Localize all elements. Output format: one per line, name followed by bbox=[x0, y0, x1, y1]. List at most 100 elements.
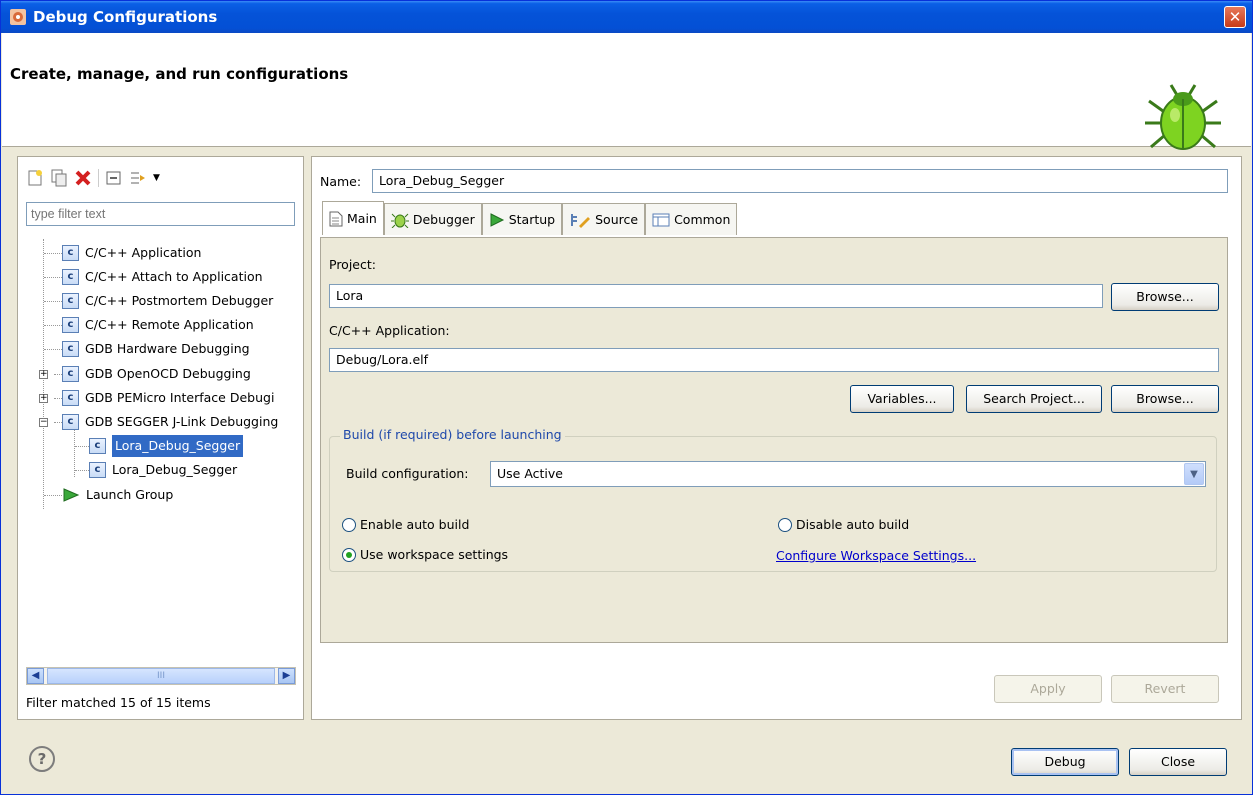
main-tab-panel: Project: Lora Browse... C/C++ Applicatio… bbox=[320, 237, 1228, 643]
tree-item-gdb-segger[interactable]: − c GDB SEGGER J-Link Debugging bbox=[39, 411, 278, 433]
tree-item-gdb-hardware[interactable]: c GDB Hardware Debugging bbox=[44, 338, 250, 360]
debugger-tab-icon bbox=[390, 213, 409, 228]
radio-label: Disable auto build bbox=[796, 517, 910, 532]
debug-configurations-dialog: Debug Configurations ✕ Create, manage, a… bbox=[0, 0, 1253, 795]
variables-button[interactable]: Variables... bbox=[850, 385, 954, 413]
build-group-label: Build (if required) before launching bbox=[340, 427, 565, 442]
toolbar-separator bbox=[98, 169, 99, 187]
enable-auto-build-radio[interactable]: Enable auto build bbox=[342, 517, 469, 532]
banner-title: Create, manage, and run configurations bbox=[10, 65, 349, 83]
filter-input[interactable] bbox=[26, 202, 295, 226]
collapse-icon[interactable]: − bbox=[39, 417, 48, 427]
tree-item-label: GDB Hardware Debugging bbox=[85, 341, 250, 356]
debug-button[interactable]: Debug bbox=[1011, 748, 1119, 776]
c-config-icon: c bbox=[62, 317, 79, 333]
configuration-list-pane: ▼ c C/C++ Application c C/C++ Attach to … bbox=[17, 156, 304, 720]
tree-item-label: GDB SEGGER J-Link Debugging bbox=[85, 414, 279, 429]
window-title: Debug Configurations bbox=[33, 8, 218, 26]
browse-project-button[interactable]: Browse... bbox=[1111, 283, 1219, 311]
c-config-icon: c bbox=[89, 462, 106, 478]
bug-icon bbox=[1145, 84, 1221, 150]
tree-item-cpp-postmortem[interactable]: c C/C++ Postmortem Debugger bbox=[44, 290, 273, 312]
name-field[interactable]: Lora_Debug_Segger bbox=[372, 169, 1228, 193]
c-config-icon: c bbox=[62, 366, 79, 382]
c-config-icon: c bbox=[62, 293, 79, 309]
project-label: Project: bbox=[329, 257, 376, 272]
tab-main[interactable]: Main bbox=[322, 201, 384, 235]
tree-item-label: Lora_Debug_Segger bbox=[112, 435, 244, 457]
tree-item-lora-debug-segger-selected[interactable]: c Lora_Debug_Segger bbox=[75, 435, 244, 457]
c-config-icon: c bbox=[62, 341, 79, 357]
browse-application-button[interactable]: Browse... bbox=[1111, 385, 1219, 413]
source-tab-icon bbox=[571, 213, 591, 228]
tab-startup[interactable]: Startup bbox=[481, 203, 563, 235]
main-tab-icon bbox=[329, 211, 343, 226]
tree-item-label: GDB PEMicro Interface Debugi bbox=[85, 390, 275, 405]
close-window-button[interactable]: ✕ bbox=[1224, 6, 1246, 28]
duplicate-icon[interactable] bbox=[50, 169, 68, 187]
tab-label: Main bbox=[347, 211, 377, 226]
collapse-all-icon[interactable] bbox=[105, 169, 123, 187]
c-config-icon: c bbox=[62, 414, 79, 430]
new-config-icon[interactable] bbox=[26, 169, 44, 187]
startup-tab-icon bbox=[490, 212, 504, 227]
filter-icon[interactable] bbox=[129, 169, 147, 187]
tree-item-label: C/C++ Attach to Application bbox=[85, 269, 263, 284]
name-label: Name: bbox=[320, 174, 362, 189]
horizontal-scrollbar[interactable]: ◀ III ▶ bbox=[26, 667, 296, 685]
disable-auto-build-radio[interactable]: Disable auto build bbox=[778, 517, 909, 532]
config-tabs: Main Debugger Startup Source Common bbox=[322, 201, 738, 235]
tree-item-cpp-remote[interactable]: c C/C++ Remote Application bbox=[44, 314, 254, 336]
tree-item-cpp-attach[interactable]: c C/C++ Attach to Application bbox=[44, 266, 263, 288]
tree-item-label: Lora_Debug_Segger bbox=[112, 462, 238, 477]
tab-label: Debugger bbox=[412, 212, 475, 227]
tab-label: Startup bbox=[508, 212, 556, 227]
scroll-thumb[interactable]: III bbox=[47, 668, 275, 684]
chevron-down-icon[interactable]: ▼ bbox=[1184, 463, 1204, 485]
revert-button[interactable]: Revert bbox=[1111, 675, 1219, 703]
scroll-right-icon[interactable]: ▶ bbox=[278, 668, 295, 684]
expand-icon[interactable]: + bbox=[39, 369, 48, 379]
build-configuration-select[interactable]: Use Active ▼ bbox=[490, 461, 1206, 487]
tree-item-label: Launch Group bbox=[86, 487, 174, 502]
launch-group-icon bbox=[63, 488, 80, 502]
radio-icon bbox=[342, 517, 356, 532]
search-project-button[interactable]: Search Project... bbox=[966, 385, 1102, 413]
apply-button[interactable]: Apply bbox=[994, 675, 1102, 703]
use-workspace-settings-radio[interactable]: Use workspace settings bbox=[342, 547, 508, 562]
radio-selected-icon bbox=[342, 547, 356, 562]
help-icon[interactable]: ? bbox=[29, 746, 55, 772]
build-group: Build (if required) before launching Bui… bbox=[329, 427, 1217, 572]
c-config-icon: c bbox=[89, 438, 106, 454]
tree-item-gdb-pemicro[interactable]: + c GDB PEMicro Interface Debugi bbox=[39, 387, 274, 409]
chevron-down-icon[interactable]: ▼ bbox=[153, 173, 160, 183]
expand-icon[interactable]: + bbox=[39, 393, 48, 403]
tree-item-launch-group[interactable]: Launch Group bbox=[44, 484, 173, 506]
tree-item-label: C/C++ Application bbox=[85, 245, 202, 260]
cpp-application-label: C/C++ Application: bbox=[329, 323, 450, 338]
tree-item-lora-debug-segger[interactable]: c Lora_Debug_Segger bbox=[75, 459, 237, 481]
close-button[interactable]: Close bbox=[1129, 748, 1227, 776]
cpp-application-field[interactable]: Debug/Lora.elf bbox=[329, 348, 1219, 372]
scroll-left-icon[interactable]: ◀ bbox=[27, 668, 44, 684]
tab-source[interactable]: Source bbox=[562, 203, 646, 235]
build-configuration-value: Use Active bbox=[497, 466, 563, 481]
tree-item-gdb-openocd[interactable]: + c GDB OpenOCD Debugging bbox=[39, 363, 251, 385]
left-toolbar: ▼ bbox=[26, 167, 160, 189]
tab-common[interactable]: Common bbox=[645, 203, 738, 235]
tree-item-label: C/C++ Remote Application bbox=[85, 317, 254, 332]
c-config-icon: c bbox=[62, 245, 79, 261]
tree-item-cpp-application[interactable]: c C/C++ Application bbox=[44, 242, 201, 264]
tab-debugger[interactable]: Debugger bbox=[383, 203, 482, 235]
configuration-editor-pane: Name: Lora_Debug_Segger Main Debugger St… bbox=[311, 156, 1242, 720]
delete-icon[interactable] bbox=[74, 169, 92, 187]
radio-icon bbox=[778, 517, 792, 532]
tree-item-label: GDB OpenOCD Debugging bbox=[85, 366, 251, 381]
tree-item-label: C/C++ Postmortem Debugger bbox=[85, 293, 274, 308]
tab-label: Common bbox=[674, 212, 731, 227]
project-field[interactable]: Lora bbox=[329, 284, 1103, 308]
title-bar: Debug Configurations ✕ bbox=[1, 1, 1252, 33]
configuration-tree: c C/C++ Application c C/C++ Attach to Ap… bbox=[18, 239, 303, 659]
banner: Create, manage, and run configurations bbox=[2, 33, 1251, 150]
configure-workspace-link[interactable]: Configure Workspace Settings... bbox=[776, 548, 976, 563]
